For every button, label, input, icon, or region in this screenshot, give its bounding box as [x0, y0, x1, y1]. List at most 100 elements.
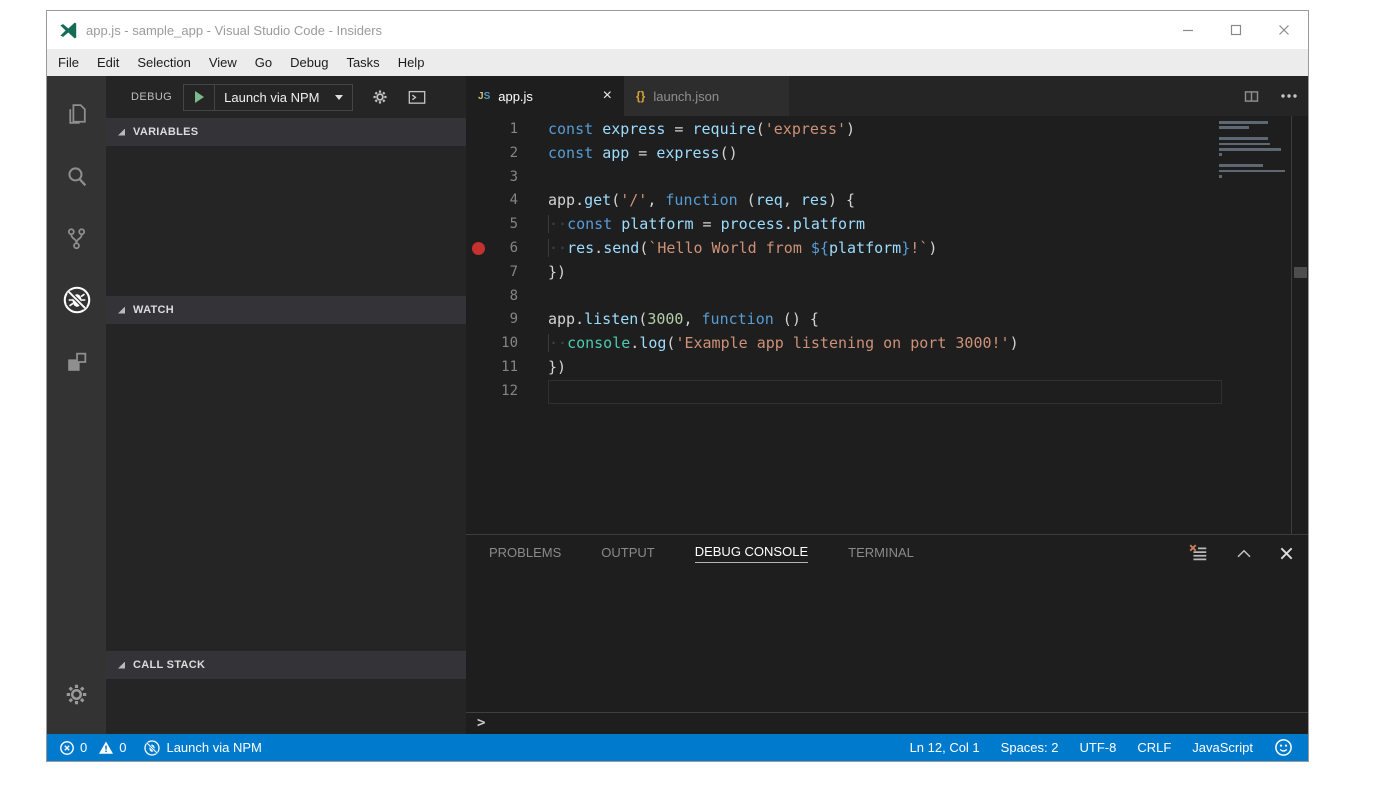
- debug-no-bug-icon[interactable]: [47, 276, 106, 324]
- menu-view[interactable]: View: [200, 49, 246, 76]
- close-panel-icon[interactable]: [1279, 546, 1294, 561]
- line-content: [518, 166, 548, 190]
- explorer-files-icon[interactable]: [47, 90, 106, 138]
- code-line-2[interactable]: 2 const app = express(): [466, 142, 1308, 166]
- code-line-7[interactable]: 7}): [466, 261, 1308, 285]
- section-watch[interactable]: WATCH: [106, 296, 466, 324]
- code-editor[interactable]: 1 const express = require('express') 2 cons…: [466, 116, 1308, 534]
- line-content: [518, 380, 548, 404]
- status-ln-12-col-1[interactable]: Ln 12, Col 1: [910, 740, 980, 755]
- feedback-smiley-icon[interactable]: [1274, 738, 1293, 757]
- panel-tab-debug-console[interactable]: DEBUG CONSOLE: [694, 544, 809, 563]
- section-label: WATCH: [133, 304, 175, 316]
- line-number: 4: [509, 192, 518, 209]
- launch-config-dropdown[interactable]: Launch via NPM: [214, 84, 352, 110]
- breakpoint-gutter[interactable]: [466, 142, 490, 166]
- breakpoint-gutter[interactable]: [466, 308, 490, 332]
- code-line-6[interactable]: 6 ··res.send(`Hello World from ${platform…: [466, 237, 1308, 261]
- breakpoint-gutter[interactable]: [466, 213, 490, 237]
- more-actions-icon[interactable]: [1280, 93, 1298, 99]
- scrollbar-thumb[interactable]: [1294, 267, 1307, 278]
- status-spaces-2[interactable]: Spaces: 2: [1001, 740, 1059, 755]
- code-line-1[interactable]: 1 const express = require('express'): [466, 118, 1308, 142]
- menu-go[interactable]: Go: [246, 49, 281, 76]
- extensions-icon[interactable]: [47, 338, 106, 386]
- debug-launch-status[interactable]: Launch via NPM: [143, 739, 262, 757]
- tab-label: launch.json: [653, 88, 720, 104]
- window-controls: [1164, 11, 1308, 49]
- settings-gear-icon[interactable]: [47, 670, 106, 718]
- code-line-3[interactable]: 3: [466, 166, 1308, 190]
- menu-edit[interactable]: Edit: [88, 49, 128, 76]
- source-control-icon[interactable]: [47, 214, 106, 262]
- clear-console-icon[interactable]: [1187, 542, 1209, 564]
- code-line-11[interactable]: 11}): [466, 356, 1308, 380]
- breakpoint-icon[interactable]: [471, 242, 485, 256]
- tab-app-js[interactable]: JS app.js ×: [466, 76, 624, 116]
- line-content: const app = express(): [548, 143, 738, 162]
- menu-file[interactable]: File: [49, 49, 88, 76]
- panel-tab-terminal[interactable]: TERMINAL: [848, 545, 914, 562]
- line-content: [518, 285, 548, 309]
- code-line-9[interactable]: 9 app.listen(3000, function () {: [466, 308, 1308, 332]
- status-utf-8[interactable]: UTF-8: [1080, 740, 1117, 755]
- section-call-stack[interactable]: CALL STACK: [106, 651, 466, 679]
- section-label: VARIABLES: [133, 126, 199, 138]
- menu-tasks[interactable]: Tasks: [337, 49, 388, 76]
- panel-tab-problems[interactable]: PROBLEMS: [489, 545, 561, 562]
- breakpoint-gutter[interactable]: [466, 356, 490, 380]
- section-variables[interactable]: VARIABLES: [106, 118, 466, 146]
- code-line-5[interactable]: 5 ··const platform = process.platform: [466, 213, 1308, 237]
- problems-status[interactable]: 0 0: [59, 740, 126, 756]
- vscode-window: app.js - sample_app - Visual Studio Code…: [46, 10, 1309, 762]
- line-number: 5: [509, 216, 518, 233]
- open-console-icon[interactable]: [407, 88, 427, 106]
- search-icon[interactable]: [47, 152, 106, 200]
- code-line-8[interactable]: 8: [466, 285, 1308, 309]
- section-label: CALL STACK: [133, 659, 206, 671]
- split-editor-icon[interactable]: [1243, 89, 1260, 104]
- breakpoint-gutter[interactable]: [466, 380, 490, 404]
- line-number: 3: [509, 168, 518, 185]
- line-number: 8: [509, 287, 518, 304]
- menu-debug[interactable]: Debug: [281, 49, 337, 76]
- start-debug-button[interactable]: [184, 85, 214, 110]
- close-window-button[interactable]: [1260, 11, 1308, 49]
- breakpoint-gutter[interactable]: [466, 285, 490, 309]
- tab-launch-json[interactable]: {} launch.json: [624, 76, 790, 116]
- menu-selection[interactable]: Selection: [128, 49, 199, 76]
- breakpoint-gutter[interactable]: [466, 237, 490, 261]
- panel-tab-bar: PROBLEMS OUTPUT DEBUG CONSOLE TERMINAL: [466, 535, 1308, 571]
- breakpoint-gutter[interactable]: [466, 166, 490, 190]
- status-crlf[interactable]: CRLF: [1137, 740, 1171, 755]
- breakpoint-gutter[interactable]: [466, 189, 490, 213]
- code-line-12[interactable]: 12: [466, 379, 1308, 404]
- debug-console-input[interactable]: >: [466, 712, 1308, 734]
- menu-help[interactable]: Help: [389, 49, 434, 76]
- breakpoint-gutter[interactable]: [466, 332, 490, 356]
- json-braces-icon: {}: [636, 89, 646, 103]
- error-count: 0: [80, 740, 88, 755]
- configure-gear-icon[interactable]: [371, 88, 389, 106]
- line-number: 7: [509, 263, 518, 280]
- editor-group: JS app.js × {} launch.json 1 const express = …: [466, 76, 1308, 734]
- vscode-insiders-logo-icon: [58, 21, 77, 40]
- code-line-4[interactable]: 4 app.get('/', function (req, res) {: [466, 189, 1308, 213]
- minimize-button[interactable]: [1164, 11, 1212, 49]
- close-tab-icon[interactable]: ×: [603, 88, 612, 104]
- window-title: app.js - sample_app - Visual Studio Code…: [86, 22, 383, 38]
- launch-config-label: Launch via NPM: [224, 89, 320, 105]
- line-number: 6: [509, 239, 518, 256]
- breakpoint-gutter[interactable]: [466, 118, 490, 142]
- maximize-button[interactable]: [1212, 11, 1260, 49]
- breakpoint-gutter[interactable]: [466, 261, 490, 285]
- chevron-expanded-icon: [118, 661, 125, 669]
- code-line-10[interactable]: 10 ··console.log('Example app listening o…: [466, 332, 1308, 356]
- maximize-panel-icon[interactable]: [1235, 546, 1253, 560]
- status-javascript[interactable]: JavaScript: [1192, 740, 1253, 755]
- minimap[interactable]: [1219, 121, 1285, 186]
- line-number: 11: [501, 358, 518, 375]
- panel-tab-output[interactable]: OUTPUT: [601, 545, 654, 562]
- overview-ruler: [1291, 116, 1292, 534]
- chevron-expanded-icon: [118, 128, 125, 136]
